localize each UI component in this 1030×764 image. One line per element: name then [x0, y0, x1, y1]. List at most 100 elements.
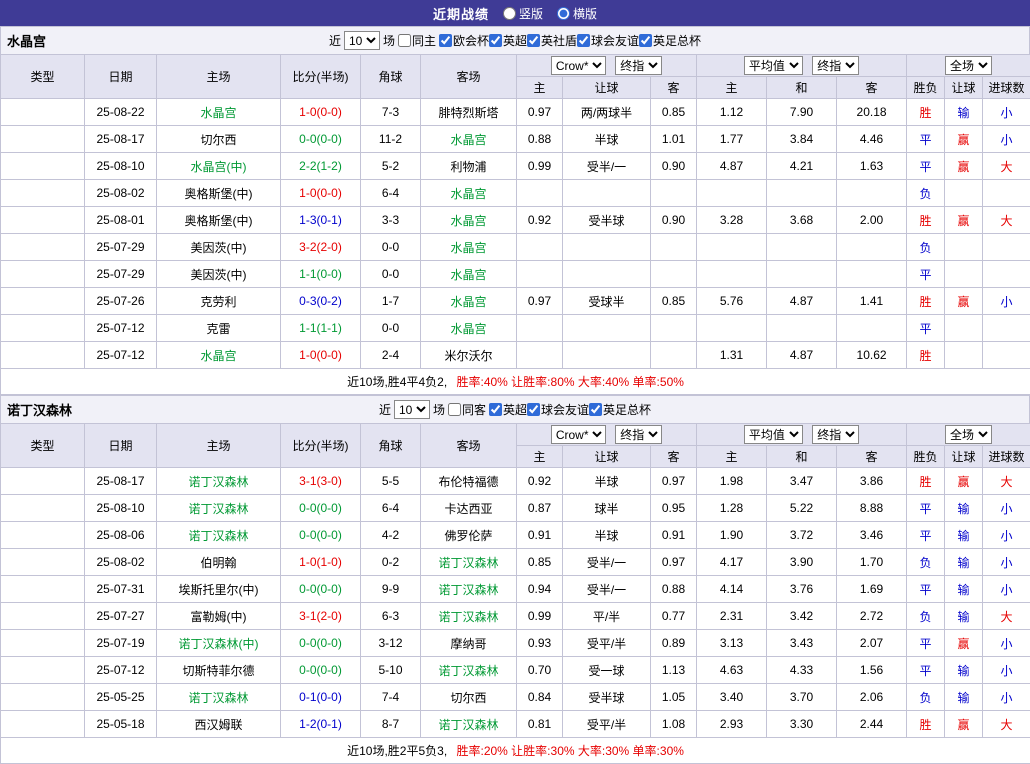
score: 0-0(0-0) [281, 657, 361, 684]
league-filter[interactable]: 英社盾 [527, 32, 577, 49]
score: 0-0(0-0) [281, 126, 361, 153]
odds-away [651, 315, 697, 342]
league-filter[interactable]: 英足总杯 [639, 32, 701, 49]
layout-horizontal-option[interactable]: 横版 [557, 5, 597, 22]
result-wdl: 胜 [907, 99, 945, 126]
league-checkbox[interactable] [439, 34, 452, 47]
result-goals: 小 [983, 549, 1030, 576]
score: 1-2(0-1) [281, 711, 361, 738]
odds-home: 0.88 [517, 126, 563, 153]
avg-home: 4.17 [697, 549, 767, 576]
match-row: 球会友谊 25-08-02 伯明翰 1-0(1-0) 0-2 诺丁汉森林 0.8… [1, 549, 1030, 576]
match-count-select[interactable]: 10 [394, 400, 430, 419]
score: 1-1(1-1) [281, 315, 361, 342]
result-goals: 大 [983, 711, 1030, 738]
col-header-handicap: 让球 [563, 77, 651, 99]
match-row: 球会友谊 25-07-26 克劳利 0-3(0-2) 1-7 水晶宫 0.97 … [1, 288, 1030, 315]
result-wdl: 胜 [907, 288, 945, 315]
match-count-select[interactable]: 10 [344, 31, 380, 50]
avg-select[interactable]: 平均值 [744, 56, 803, 75]
league-filter[interactable]: 球会友谊 [527, 401, 589, 418]
result-wdl: 胜 [907, 711, 945, 738]
match-type: 欧会杯 [1, 99, 85, 126]
avg-home: 4.14 [697, 576, 767, 603]
match-type: 球会友谊 [1, 180, 85, 207]
odds-home: 0.94 [517, 576, 563, 603]
col-header-type: 类型 [1, 424, 85, 468]
home-team: 诺丁汉森林 [157, 522, 281, 549]
league-label: 英足总杯 [653, 32, 701, 49]
league-checkbox[interactable] [589, 403, 602, 416]
corners: 3-12 [361, 630, 421, 657]
result-wdl: 胜 [907, 207, 945, 234]
col-header-result-wdl: 胜负 [907, 77, 945, 99]
odds-stage-select[interactable]: 终指 [615, 425, 662, 444]
matches-body: 欧会杯 25-08-22 水晶宫 1-0(0-0) 7-3 腓特烈斯塔 0.97… [1, 99, 1030, 369]
match-date: 25-07-12 [85, 657, 157, 684]
layout-vertical-radio[interactable] [503, 7, 516, 20]
corners: 5-10 [361, 657, 421, 684]
col-header-odds-away: 客 [651, 446, 697, 468]
avg-away: 2.44 [837, 711, 907, 738]
same-venue-checkbox[interactable] [398, 34, 411, 47]
odds-away: 0.90 [651, 207, 697, 234]
avg-away: 1.69 [837, 576, 907, 603]
avg-stage-select[interactable]: 终指 [812, 425, 859, 444]
scope-select[interactable]: 全场 [945, 56, 992, 75]
same-venue-filter[interactable]: 同客 [448, 401, 486, 418]
avg-dropdown-group: 平均值 终指 [697, 55, 907, 77]
layout-vertical-option[interactable]: 竖版 [503, 5, 543, 22]
avg-away: 1.56 [837, 657, 907, 684]
league-checkbox[interactable] [577, 34, 590, 47]
col-header-score: 比分(半场) [281, 55, 361, 99]
match-date: 25-08-01 [85, 207, 157, 234]
result-wdl: 平 [907, 630, 945, 657]
league-filter[interactable]: 英超 [489, 401, 527, 418]
avg-draw [767, 261, 837, 288]
league-checkbox[interactable] [639, 34, 652, 47]
bookmaker-select[interactable]: Crow* [551, 56, 606, 75]
league-checkbox[interactable] [489, 403, 502, 416]
league-checkbox[interactable] [527, 34, 540, 47]
avg-select[interactable]: 平均值 [744, 425, 803, 444]
league-filter[interactable]: 英足总杯 [589, 401, 651, 418]
odds-home: 0.99 [517, 603, 563, 630]
league-filter[interactable]: 欧会杯 [439, 32, 489, 49]
layout-horizontal-radio[interactable] [557, 7, 570, 20]
handicap: 受一球 [563, 657, 651, 684]
odds-stage-select[interactable]: 终指 [615, 56, 662, 75]
league-filter[interactable]: 球会友谊 [577, 32, 639, 49]
odds-home [517, 180, 563, 207]
odds-home [517, 261, 563, 288]
bookmaker-select[interactable]: Crow* [551, 425, 606, 444]
avg-draw: 5.22 [767, 495, 837, 522]
avg-stage-select[interactable]: 终指 [812, 56, 859, 75]
league-filter[interactable]: 英超 [489, 32, 527, 49]
result-wdl: 平 [907, 657, 945, 684]
same-venue-checkbox[interactable] [448, 403, 461, 416]
league-checkbox[interactable] [527, 403, 540, 416]
avg-away: 2.72 [837, 603, 907, 630]
avg-draw [767, 180, 837, 207]
handicap: 半球 [563, 522, 651, 549]
home-team: 奥格斯堡(中) [157, 207, 281, 234]
col-header-corner: 角球 [361, 424, 421, 468]
match-row: 球会友谊 25-08-10 诺丁汉森林 0-0(0-0) 6-4 卡达西亚 0.… [1, 495, 1030, 522]
same-venue-filter[interactable]: 同主 [398, 32, 436, 49]
avg-away [837, 261, 907, 288]
sections-container: 水晶宫 近 10 场 同主 欧会杯英超英社盾球会友谊英足总杯 [0, 26, 1030, 764]
scope-select[interactable]: 全场 [945, 425, 992, 444]
league-checkbox[interactable] [489, 34, 502, 47]
matches-table: 类型 日期 主场 比分(半场) 角球 客场 Crow* 终指 平均值 终指 [0, 423, 1030, 764]
corners: 6-4 [361, 180, 421, 207]
result-handicap: 输 [945, 99, 983, 126]
match-date: 25-05-18 [85, 711, 157, 738]
home-team: 水晶宫 [157, 342, 281, 369]
match-type: 球会友谊 [1, 549, 85, 576]
odds-away [651, 261, 697, 288]
result-goals: 大 [983, 153, 1030, 180]
match-date: 25-08-02 [85, 549, 157, 576]
odds-away: 0.97 [651, 468, 697, 495]
odds-dropdown-group: Crow* 终指 [517, 55, 697, 77]
games-label: 场 [433, 401, 445, 418]
